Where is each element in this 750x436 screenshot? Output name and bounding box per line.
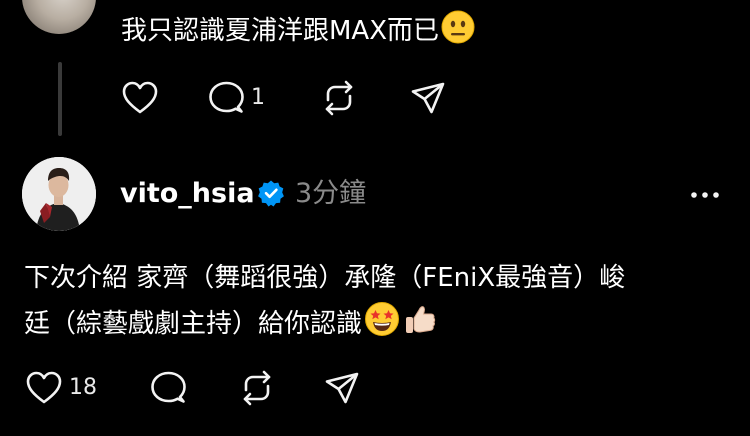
repost-button[interactable] [238,370,276,406]
thread-line [58,62,62,136]
parent-post-text: 我只認識夏浦洋跟MAX而已 [121,16,440,46]
more-dots-icon [691,192,719,198]
heart-icon [26,371,62,404]
share-button[interactable] [410,81,446,115]
reply-post-text-line-2-wrap: 廷（綜藝戲劇主持）給你認識 [24,301,724,352]
heart-icon [122,81,158,114]
reply-count: 1 [251,85,265,110]
repost-icon [243,370,271,406]
like-button[interactable] [121,80,159,116]
share-button[interactable] [324,371,360,405]
repost-button[interactable] [320,80,358,116]
verified-badge-icon [257,179,285,211]
username[interactable]: vito_hsia [120,176,255,212]
reply-button[interactable]: 1 [207,80,265,116]
more-options-button[interactable] [690,186,720,205]
reply-post-text-block: 下次介紹 家齊（舞蹈很強）承隆（FEniX最強音）峻 廷（綜藝戲劇主持）給你認識 [24,256,724,352]
parent-post-text-block: 我只認識夏浦洋跟MAX而已 [121,10,475,55]
star-struck-emoji-icon [364,301,400,352]
reply-post-text-line-1: 下次介紹 家齊（舞蹈很強）承隆（FEniX最強音）峻 [24,263,626,293]
comment-icon [209,81,244,113]
comment-icon [151,371,186,403]
send-icon [325,372,359,404]
reply-post-actions: 18 [25,370,360,406]
parent-avatar[interactable] [22,0,96,34]
reply-post-text-line-2: 廷（綜藝戲劇主持）給你認識 [24,309,363,339]
like-count: 18 [69,375,97,400]
repost-icon [325,80,353,116]
reply-button[interactable] [149,370,187,406]
thumbs-up-emoji-icon [402,301,438,352]
post-timestamp: 3分鐘 [295,178,367,209]
send-icon [411,82,445,114]
neutral-face-emoji-icon [441,10,475,55]
like-button[interactable]: 18 [25,370,97,406]
reply-avatar[interactable] [22,157,96,231]
parent-post-actions: 1 [121,80,446,116]
